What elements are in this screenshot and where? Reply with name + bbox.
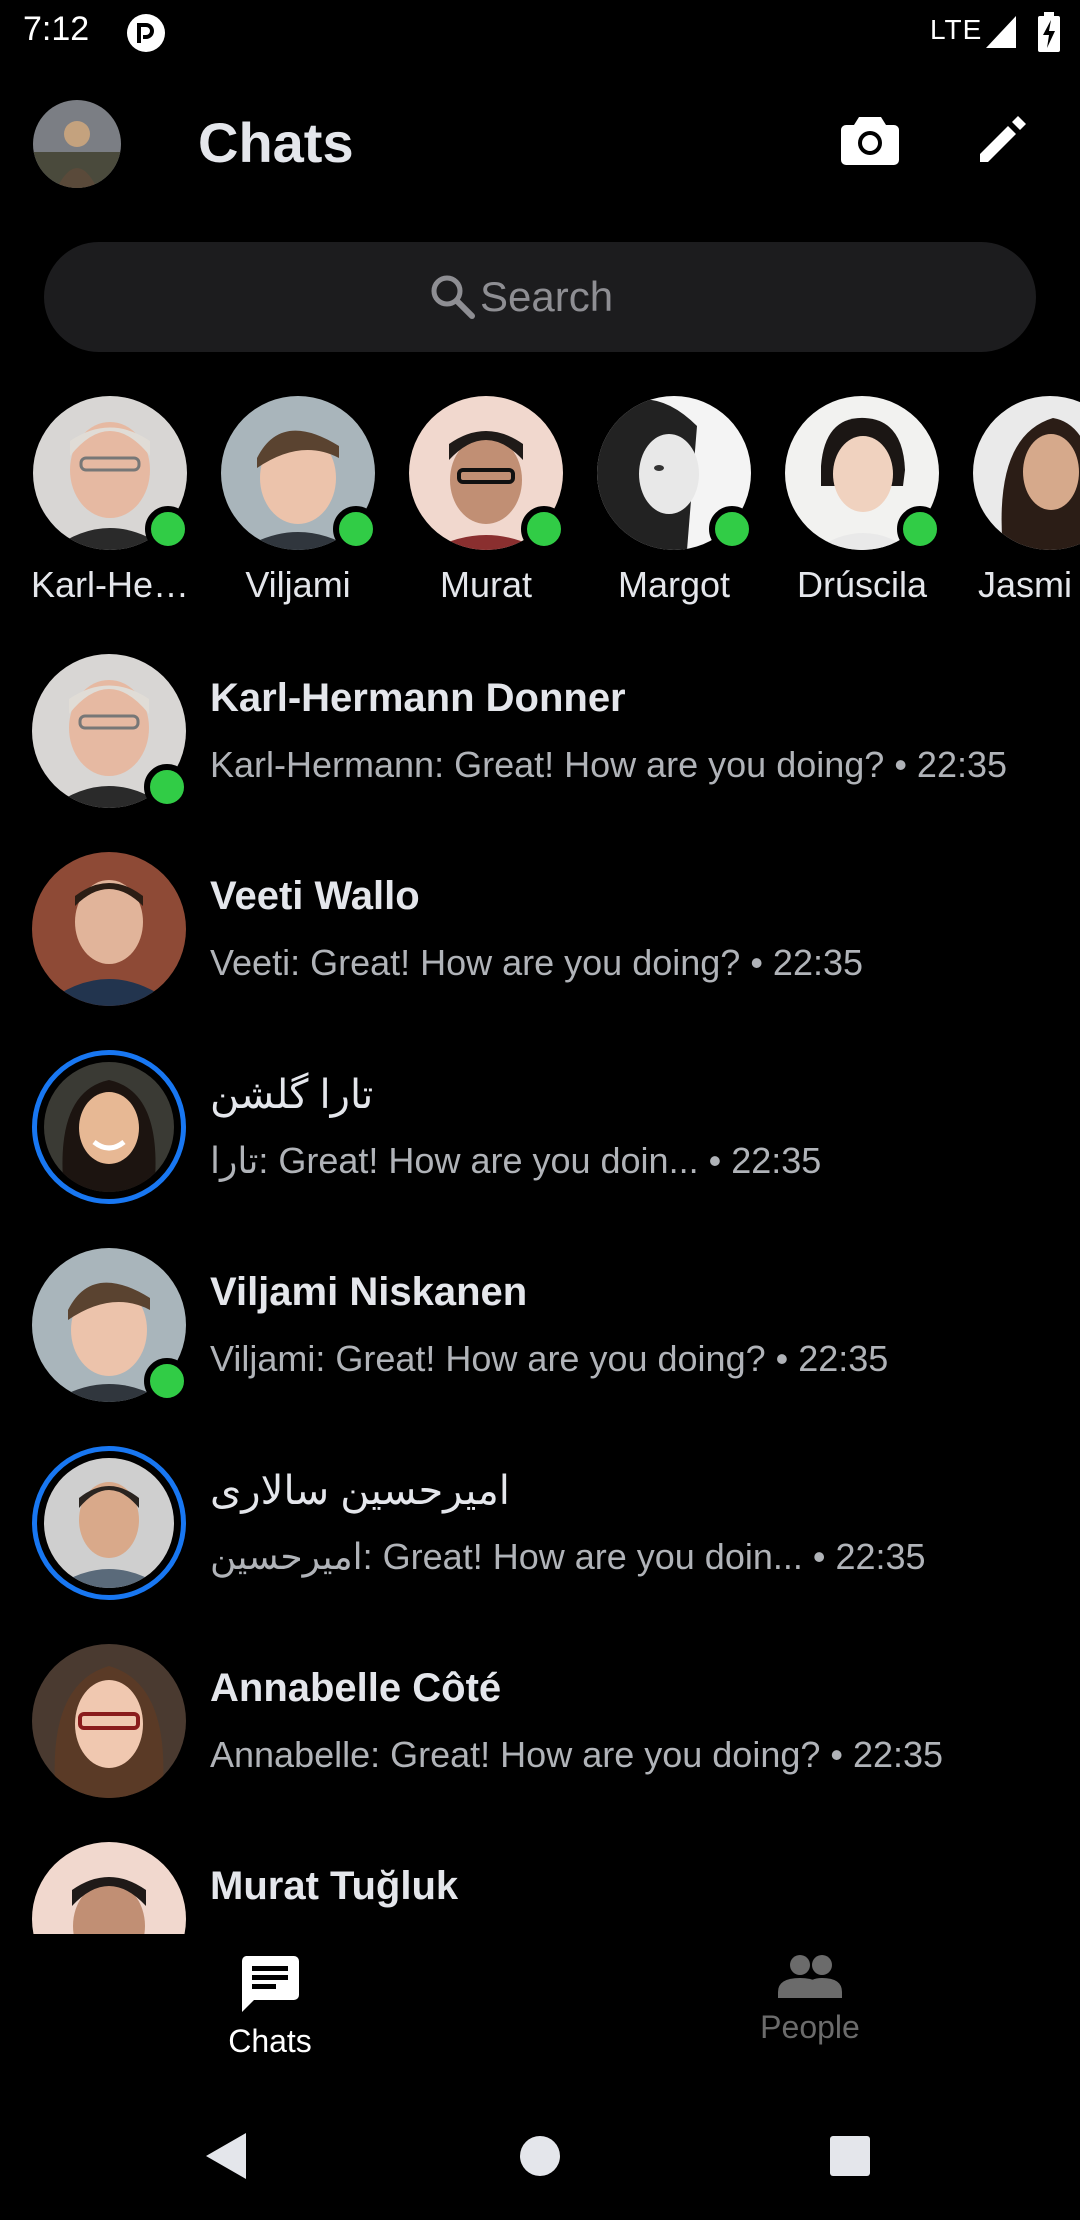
back-triangle-icon	[206, 2133, 246, 2179]
active-contact-name: Murat	[439, 564, 533, 605]
tab-label: People	[760, 2009, 860, 2045]
chat-preview: تارا: Great! How are you doin... • 22:35	[210, 1140, 822, 1181]
avatar	[409, 396, 567, 552]
avatar	[597, 396, 755, 552]
status-bar: 7:12 LTE	[0, 0, 1080, 66]
online-indicator	[144, 764, 190, 810]
search-icon	[431, 275, 475, 319]
chat-preview: Veeti: Great! How are you doing? • 22:35	[210, 942, 864, 983]
online-indicator	[709, 506, 755, 552]
chat-row[interactable]: Veeti Wallo Veeti: Great! How are you do…	[0, 838, 1080, 1036]
chat-bubble-icon	[241, 1956, 299, 2012]
active-contact[interactable]: Drúscila	[772, 396, 952, 606]
active-contact-name: Viljami	[245, 564, 351, 605]
tab-label: Chats	[228, 2023, 312, 2059]
online-indicator	[145, 506, 191, 552]
recents-button[interactable]	[810, 2116, 890, 2196]
avatar	[32, 852, 186, 1006]
avatar	[32, 1644, 186, 1798]
tab-chats[interactable]: Chats	[170, 1954, 370, 2060]
online-indicator	[897, 506, 943, 552]
tab-people[interactable]: People	[710, 1954, 910, 2046]
chat-name: Karl-Hermann Donner	[210, 676, 626, 720]
status-time: 7:12	[23, 10, 90, 48]
people-icon	[778, 1955, 842, 1998]
active-contact[interactable]: Margot	[584, 396, 764, 606]
avatar	[221, 396, 379, 552]
online-indicator	[521, 506, 567, 552]
chat-name: Viljami Niskanen	[210, 1270, 528, 1314]
avatar	[32, 654, 190, 810]
active-contact[interactable]: Jasmi	[960, 396, 1080, 606]
active-contact[interactable]: Murat	[396, 396, 576, 606]
system-navigation-bar	[0, 2086, 1080, 2220]
avatar	[32, 1248, 190, 1404]
active-contact-name: Drúscila	[796, 564, 928, 605]
active-contacts-row: Karl-He… Viljami Murat Margot Drúscila J…	[0, 396, 1080, 616]
chat-row[interactable]: امیرحسین سالاری امیرحسین: Great! How are…	[0, 1432, 1080, 1630]
active-contact[interactable]: Karl-He…	[20, 396, 200, 606]
app-header: Chats	[0, 80, 1080, 210]
chat-preview: امیرحسین: Great! How are you doin... • 2…	[210, 1536, 926, 1577]
chat-row[interactable]: Annabelle Côté Annabelle: Great! How are…	[0, 1630, 1080, 1828]
chat-name: Veeti Wallo	[210, 874, 420, 918]
pencil-icon	[980, 116, 1026, 162]
signal-icon	[986, 16, 1016, 48]
active-contact-name: Margot	[617, 564, 731, 605]
online-indicator	[144, 1358, 190, 1404]
recents-square-icon	[830, 2136, 870, 2176]
chat-name: Annabelle Côté	[210, 1666, 502, 1710]
camera-icon	[841, 117, 899, 165]
chat-row[interactable]: Murat Tuğluk	[0, 1828, 1080, 1934]
network-type: LTE	[930, 14, 983, 45]
battery-charging-icon	[1038, 12, 1060, 52]
chat-preview: Karl-Hermann: Great! How are you doing? …	[210, 744, 1008, 785]
online-indicator	[333, 506, 379, 552]
new-message-button[interactable]	[970, 108, 1034, 172]
chat-name: امیرحسین سالاری	[210, 1469, 510, 1513]
home-circle-icon	[520, 2136, 560, 2176]
active-contact-name: Jasmi	[978, 564, 1073, 605]
profile-avatar[interactable]	[33, 100, 121, 188]
chat-preview: Annabelle: Great! How are you doing? • 2…	[210, 1734, 944, 1775]
avatar-with-story	[32, 1446, 186, 1600]
camera-button[interactable]	[838, 108, 902, 172]
chat-row[interactable]: Karl-Hermann Donner Karl-Hermann: Great!…	[0, 640, 1080, 838]
avatar	[32, 1842, 186, 1934]
app-notification-icon	[127, 14, 165, 52]
avatar-with-story	[32, 1050, 186, 1204]
search-bar[interactable]	[44, 242, 1036, 352]
back-button[interactable]	[186, 2116, 266, 2196]
page-title: Chats	[198, 111, 354, 174]
avatar	[785, 396, 943, 552]
chat-name: تارا گلشن	[210, 1073, 374, 1117]
chat-name: Murat Tuğluk	[210, 1864, 459, 1908]
bottom-navigation: Chats People	[0, 1934, 1080, 2086]
home-button[interactable]	[500, 2116, 580, 2196]
chat-row[interactable]: تارا گلشن تارا: Great! How are you doin.…	[0, 1036, 1080, 1234]
search-input[interactable]	[478, 272, 652, 322]
active-contact-name: Karl-He…	[30, 564, 190, 605]
chat-list: Karl-Hermann Donner Karl-Hermann: Great!…	[0, 640, 1080, 1934]
active-contact[interactable]: Viljami	[208, 396, 388, 606]
chat-row[interactable]: Viljami Niskanen Viljami: Great! How are…	[0, 1234, 1080, 1432]
avatar	[973, 396, 1080, 550]
avatar	[33, 396, 191, 552]
chat-preview: Viljami: Great! How are you doing? • 22:…	[210, 1338, 889, 1379]
